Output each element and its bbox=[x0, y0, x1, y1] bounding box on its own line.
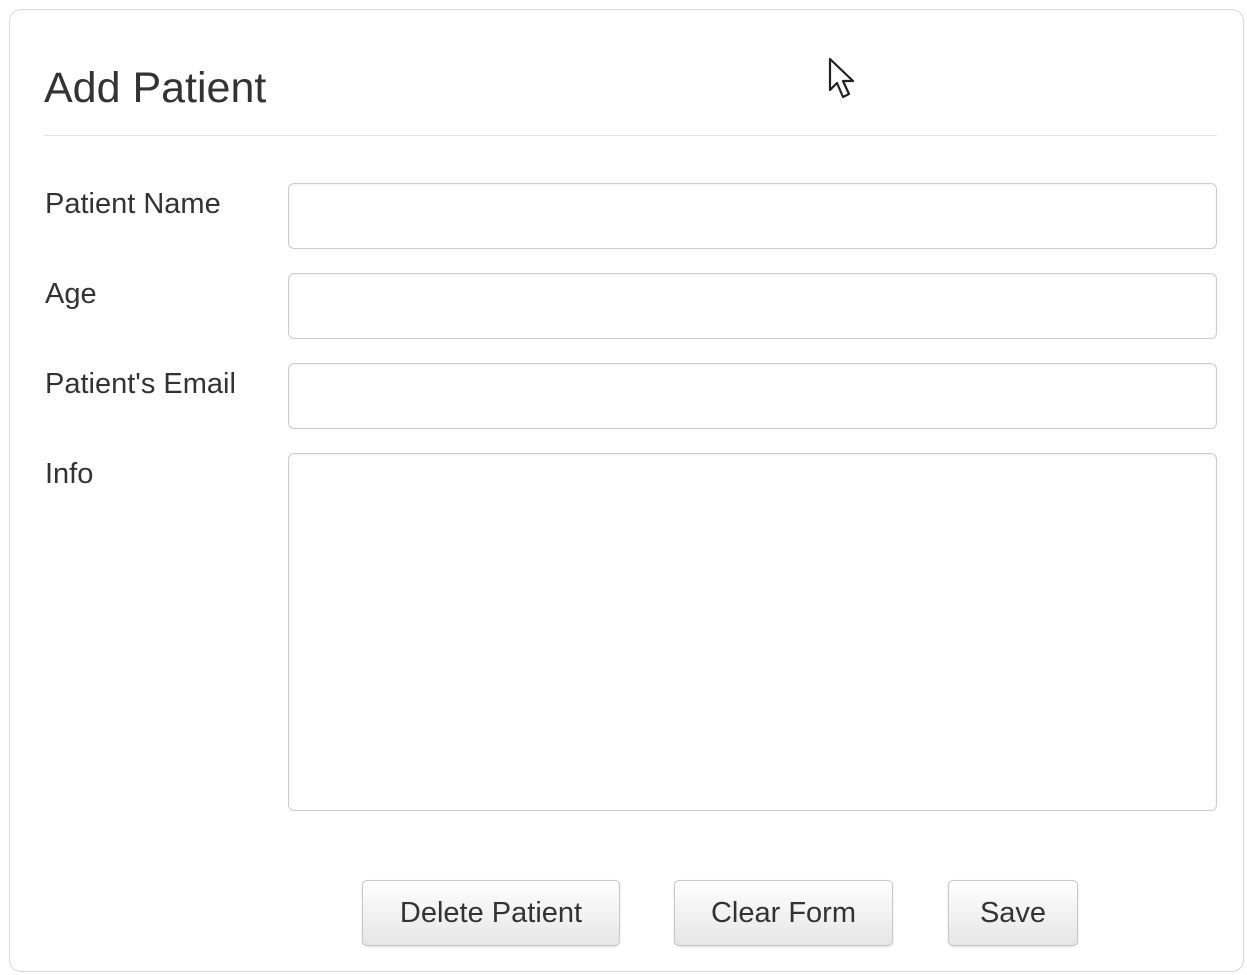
clear-form-button[interactable]: Clear Form bbox=[674, 880, 893, 946]
add-patient-panel: Add Patient Patient Name Age Patient's E… bbox=[9, 9, 1244, 972]
age-label: Age bbox=[45, 278, 97, 310]
title-divider bbox=[44, 135, 1217, 136]
age-input[interactable] bbox=[288, 273, 1217, 339]
patient-email-input[interactable] bbox=[288, 363, 1217, 429]
patient-name-label: Patient Name bbox=[45, 188, 221, 220]
info-textarea[interactable] bbox=[288, 453, 1217, 811]
page-title: Add Patient bbox=[44, 64, 267, 112]
patient-name-input[interactable] bbox=[288, 183, 1217, 249]
info-label: Info bbox=[45, 458, 94, 490]
delete-patient-button[interactable]: Delete Patient bbox=[362, 880, 620, 946]
patient-email-label: Patient's Email bbox=[45, 368, 236, 400]
mouse-pointer-icon bbox=[828, 57, 855, 99]
save-button[interactable]: Save bbox=[948, 880, 1078, 946]
